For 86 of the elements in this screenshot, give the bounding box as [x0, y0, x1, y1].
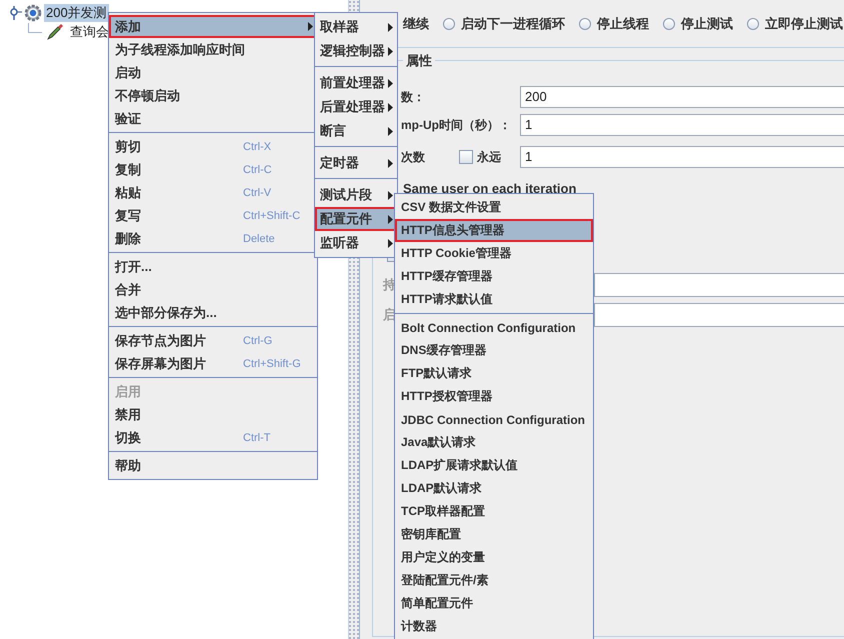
submenu-arrow-icon	[308, 22, 313, 31]
shortcut-label: Delete	[243, 232, 276, 244]
menu-item[interactable]: TCP取样器配置	[395, 500, 593, 523]
menu-item[interactable]: 验证	[109, 107, 317, 130]
input-field[interactable]	[594, 303, 844, 327]
menu-item[interactable]: HTTP信息头管理器	[395, 219, 593, 242]
menu-item[interactable]: 合并	[109, 278, 317, 301]
menu-item[interactable]: 配置元件	[315, 207, 397, 231]
field-label: 次数	[401, 148, 425, 166]
menu-item[interactable]: 简单配置元件	[395, 592, 593, 615]
menu-item[interactable]: 打开...	[109, 255, 317, 278]
menu-item[interactable]: 帮助	[109, 454, 317, 477]
menu-item[interactable]: 断言	[315, 119, 397, 143]
menu-item[interactable]: 复制 Ctrl-C	[109, 158, 317, 181]
menu-item[interactable]: HTTP缓存管理器	[395, 265, 593, 288]
menu-item[interactable]: 不停顿启动	[109, 84, 317, 107]
input-field[interactable]: 1	[520, 146, 844, 168]
menu-item[interactable]: HTTP授权管理器	[395, 385, 593, 408]
menu-item[interactable]: 保存屏幕为图片 Ctrl+Shift-G	[109, 352, 317, 375]
field-label: mp-Up时间（秒）：	[401, 116, 511, 134]
shortcut-label: Ctrl-T	[243, 432, 272, 444]
menu-item[interactable]: 添加	[109, 15, 317, 38]
menu-item[interactable]: 删除 Delete	[109, 227, 317, 250]
checkbox-label: Same user on each iteration	[403, 181, 578, 196]
menu-item[interactable]: 选中部分保存为...	[109, 301, 317, 324]
shortcut-label: Ctrl+Shift-G	[243, 358, 302, 370]
input-field[interactable]: 200	[520, 86, 844, 108]
shortcut-label: Ctrl-X	[243, 140, 272, 152]
radio-button[interactable]: 启动下一进程循环	[435, 14, 565, 32]
menu-item[interactable]: CSV 数据文件设置	[395, 196, 593, 219]
radio-label: 继续	[403, 14, 429, 32]
menu-item[interactable]: 为子线程添加响应时间	[109, 38, 317, 61]
menu-item[interactable]: 切换 Ctrl-T	[109, 426, 317, 449]
submenu-arrow-icon	[388, 126, 393, 136]
submenu-arrow-icon	[388, 158, 393, 168]
radio-button[interactable]: 停止测试	[655, 14, 733, 32]
menu-item[interactable]: 复写 Ctrl+Shift-C	[109, 204, 317, 227]
radio-button[interactable]: 停止线程	[571, 14, 649, 32]
menu-item[interactable]: 逻辑控制器	[315, 39, 397, 63]
menu-item[interactable]: 剪切 Ctrl-X	[109, 135, 317, 158]
input-field[interactable]: 1	[520, 114, 844, 136]
menu-item[interactable]: 监听器	[315, 231, 397, 255]
menu-item[interactable]: DNS缓存管理器	[395, 339, 593, 362]
menu-item[interactable]: JDBC Connection Configuration	[395, 408, 593, 431]
tree-line-icon	[28, 23, 42, 33]
submenu-arrow-icon	[388, 190, 393, 200]
field-label: 数：	[401, 88, 425, 106]
menu-item[interactable]: 取样器	[315, 15, 397, 39]
group-title: 属性	[403, 52, 435, 70]
menu-item[interactable]: 密钥库配置	[395, 523, 593, 546]
menu-item[interactable]: 后置处理器	[315, 95, 397, 119]
menu-item[interactable]: FTP默认请求	[395, 362, 593, 385]
menu-item[interactable]: 用户定义的变量	[395, 546, 593, 569]
menu-item[interactable]: LDAP扩展请求默认值	[395, 454, 593, 477]
submenu-arrow-icon	[388, 46, 393, 56]
tree-node-label[interactable]: 200并发测	[44, 4, 109, 22]
menu-item[interactable]: 定时器	[315, 151, 397, 175]
submenu-arrow-icon	[388, 238, 393, 248]
menu-item[interactable]: HTTP Cookie管理器	[395, 242, 593, 265]
menu-item[interactable]: 启动	[109, 61, 317, 84]
menu-item[interactable]: 登陆配置元件/素	[395, 569, 593, 592]
menu-item[interactable]: 禁用	[109, 403, 317, 426]
tree-toggle-icon	[8, 6, 22, 20]
shortcut-label: Ctrl-G	[243, 334, 274, 346]
menu-item[interactable]: 前置处理器	[315, 71, 397, 95]
submenu-arrow-icon	[388, 22, 393, 32]
menu-item[interactable]: 保存节点为图片 Ctrl-G	[109, 329, 317, 352]
menu-item[interactable]: LDAP默认请求	[395, 477, 593, 500]
pen-icon	[46, 23, 64, 41]
checkbox[interactable]: 永远	[459, 148, 501, 166]
submenu-arrow-icon	[388, 102, 393, 112]
shortcut-label: Ctrl-C	[243, 164, 273, 176]
submenu-arrow-icon	[388, 214, 393, 224]
submenu-arrow-icon	[388, 78, 393, 88]
menu-item[interactable]: Bolt Connection Configuration	[395, 316, 593, 339]
shortcut-label: Ctrl+Shift-C	[243, 210, 302, 222]
tree-node-label[interactable]: 查询会	[68, 23, 111, 41]
menu-item[interactable]: 测试片段	[315, 183, 397, 207]
menu-item[interactable]: 计数器	[395, 615, 593, 638]
menu-item[interactable]: Java默认请求	[395, 431, 593, 454]
menu-item[interactable]: HTTP请求默认值	[395, 288, 593, 311]
gear-icon	[24, 4, 42, 22]
input-field[interactable]	[594, 273, 844, 297]
shortcut-label: Ctrl-V	[243, 186, 272, 198]
radio-button[interactable]: 立即停止测试	[739, 14, 843, 32]
menu-item[interactable]: 粘贴 Ctrl-V	[109, 181, 317, 204]
